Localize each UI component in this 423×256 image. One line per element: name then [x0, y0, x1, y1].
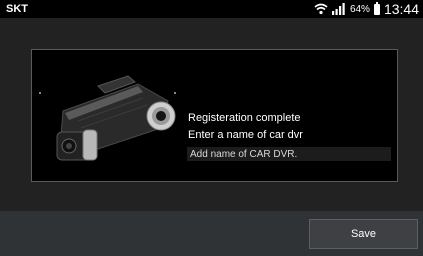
battery-percent: 64%: [349, 3, 370, 15]
dvr-name-input[interactable]: [187, 147, 391, 161]
registration-card: Registeration complete Enter a name of c…: [31, 49, 398, 182]
status-icons: 64% 13:44: [314, 0, 419, 18]
bottom-bar: Save: [0, 211, 423, 256]
battery-icon: [373, 1, 380, 15]
car-dvr-image: [56, 75, 176, 161]
enter-name-text: Enter a name of car dvr: [188, 129, 303, 141]
save-button[interactable]: Save: [309, 219, 418, 249]
card-dot-left: [39, 92, 41, 94]
carrier-label: SKT: [6, 3, 28, 15]
wifi-icon: [314, 3, 328, 15]
signal-icon: [331, 3, 345, 15]
status-bar: SKT 64% 13:44: [0, 0, 423, 18]
clock: 13:44: [383, 1, 419, 17]
main-area: Registeration complete Enter a name of c…: [0, 18, 423, 211]
registration-complete-text: Registeration complete: [188, 112, 301, 124]
